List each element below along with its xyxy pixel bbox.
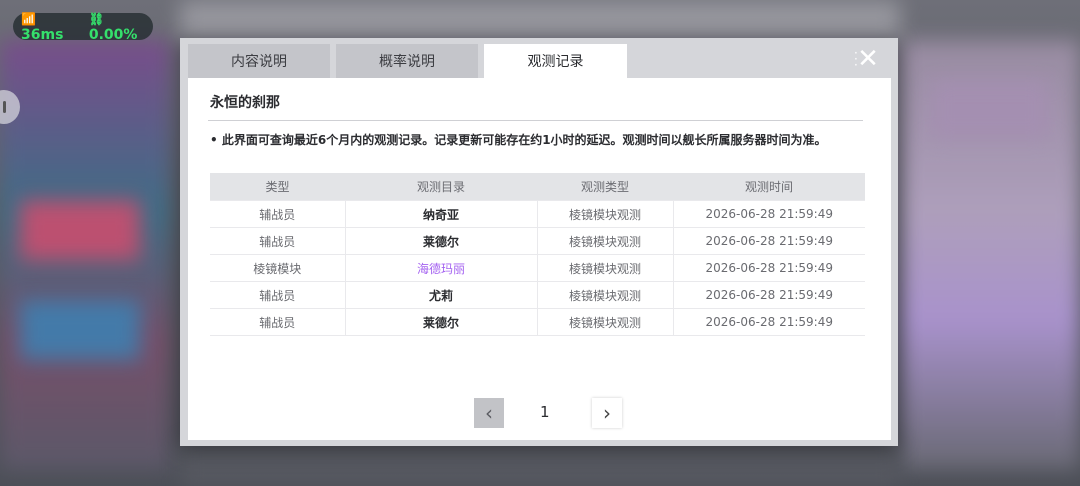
pagination: ‹ 1 › [474,398,624,430]
cell-time: 2026-06-28 21:59:49 [673,308,865,336]
chevron-right-icon: › [603,401,611,425]
cell-time: 2026-06-28 21:59:49 [673,227,865,255]
tab-bar: 内容说明 概率说明 观测记录 [188,44,627,78]
table-row: 辅战员 纳奇亚 棱镜模块观测 2026-06-28 21:59:49 [210,200,865,228]
divider [208,120,863,121]
cell-observation-type: 棱镜模块观测 [537,227,674,255]
cell-observation-type: 棱镜模块观测 [537,308,674,336]
table-row: 辅战员 莱德尔 棱镜模块观测 2026-06-28 21:59:49 [210,308,865,336]
packet-loss: ⛓0.00% [88,11,138,43]
chevron-left-icon: ‹ [485,401,493,425]
header-target: 观测目录 [345,173,537,201]
notice-text: • 此界面可查询最近6个月内的观测记录。记录更新可能存在约1小时的延迟。观测时间… [210,133,827,147]
next-page-button[interactable]: › [592,398,622,428]
cell-type: 辅战员 [210,281,346,309]
cell-time: 2026-06-28 21:59:49 [673,254,865,282]
table-row: 棱镜模块 海德玛丽 棱镜模块观测 2026-06-28 21:59:49 [210,254,865,282]
cell-target: 莱德尔 [345,308,538,336]
table-row: 辅战员 莱德尔 棱镜模块观测 2026-06-28 21:59:49 [210,227,865,255]
link-broken-icon: ⛓ [88,11,105,26]
close-button[interactable]: · · · ✕ [852,46,884,74]
cell-observation-type: 棱镜模块观测 [537,254,674,282]
cell-type: 辅战员 [210,200,346,228]
header-observation-type: 观测类型 [537,173,673,201]
cell-target: 纳奇亚 [345,200,538,228]
banner-title: 永恒的刹那 [210,95,280,111]
table-row: 辅战员 尤莉 棱镜模块观测 2026-06-28 21:59:49 [210,281,865,309]
cell-time: 2026-06-28 21:59:49 [673,281,865,309]
cell-target: 海德玛丽 [345,254,538,282]
cell-type: 辅战员 [210,227,346,255]
tab-observation-record[interactable]: 观测记录 [484,44,627,78]
table-header-row: 类型 观测目录 观测类型 观测时间 [210,173,865,201]
page-number: 1 [540,403,550,421]
records-table: 类型 观测目录 观测类型 观测时间 辅战员 纳奇亚 棱镜模块观测 2026-06… [210,173,865,336]
cell-target: 莱德尔 [345,227,538,255]
menu-dots-icon: · · · [854,46,858,72]
cell-observation-type: 棱镜模块观测 [537,200,674,228]
close-icon: ✕ [857,44,879,74]
cell-type: 辅战员 [210,308,346,336]
cell-type: 棱镜模块 [210,254,346,282]
header-observation-time: 观测时间 [673,173,865,201]
wifi-icon: 📶 [21,11,36,26]
ping: 📶36ms [21,11,64,43]
network-status: 📶36ms ⛓0.00% [13,11,153,43]
observation-record-dialog: 内容说明 概率说明 观测记录 · · · ✕ 永恒的刹那 • 此界面可查询最近6个月… [180,38,898,446]
cell-target: 尤莉 [345,281,538,309]
header-type: 类型 [210,173,345,201]
prev-page-button[interactable]: ‹ [474,398,504,428]
tab-content-description[interactable]: 内容说明 [188,44,330,78]
tab-probability-description[interactable]: 概率说明 [336,44,478,78]
cell-time: 2026-06-28 21:59:49 [673,200,865,228]
cell-observation-type: 棱镜模块观测 [537,281,674,309]
tab-panel: 永恒的刹那 • 此界面可查询最近6个月内的观测记录。记录更新可能存在约1小时的延… [188,78,891,440]
